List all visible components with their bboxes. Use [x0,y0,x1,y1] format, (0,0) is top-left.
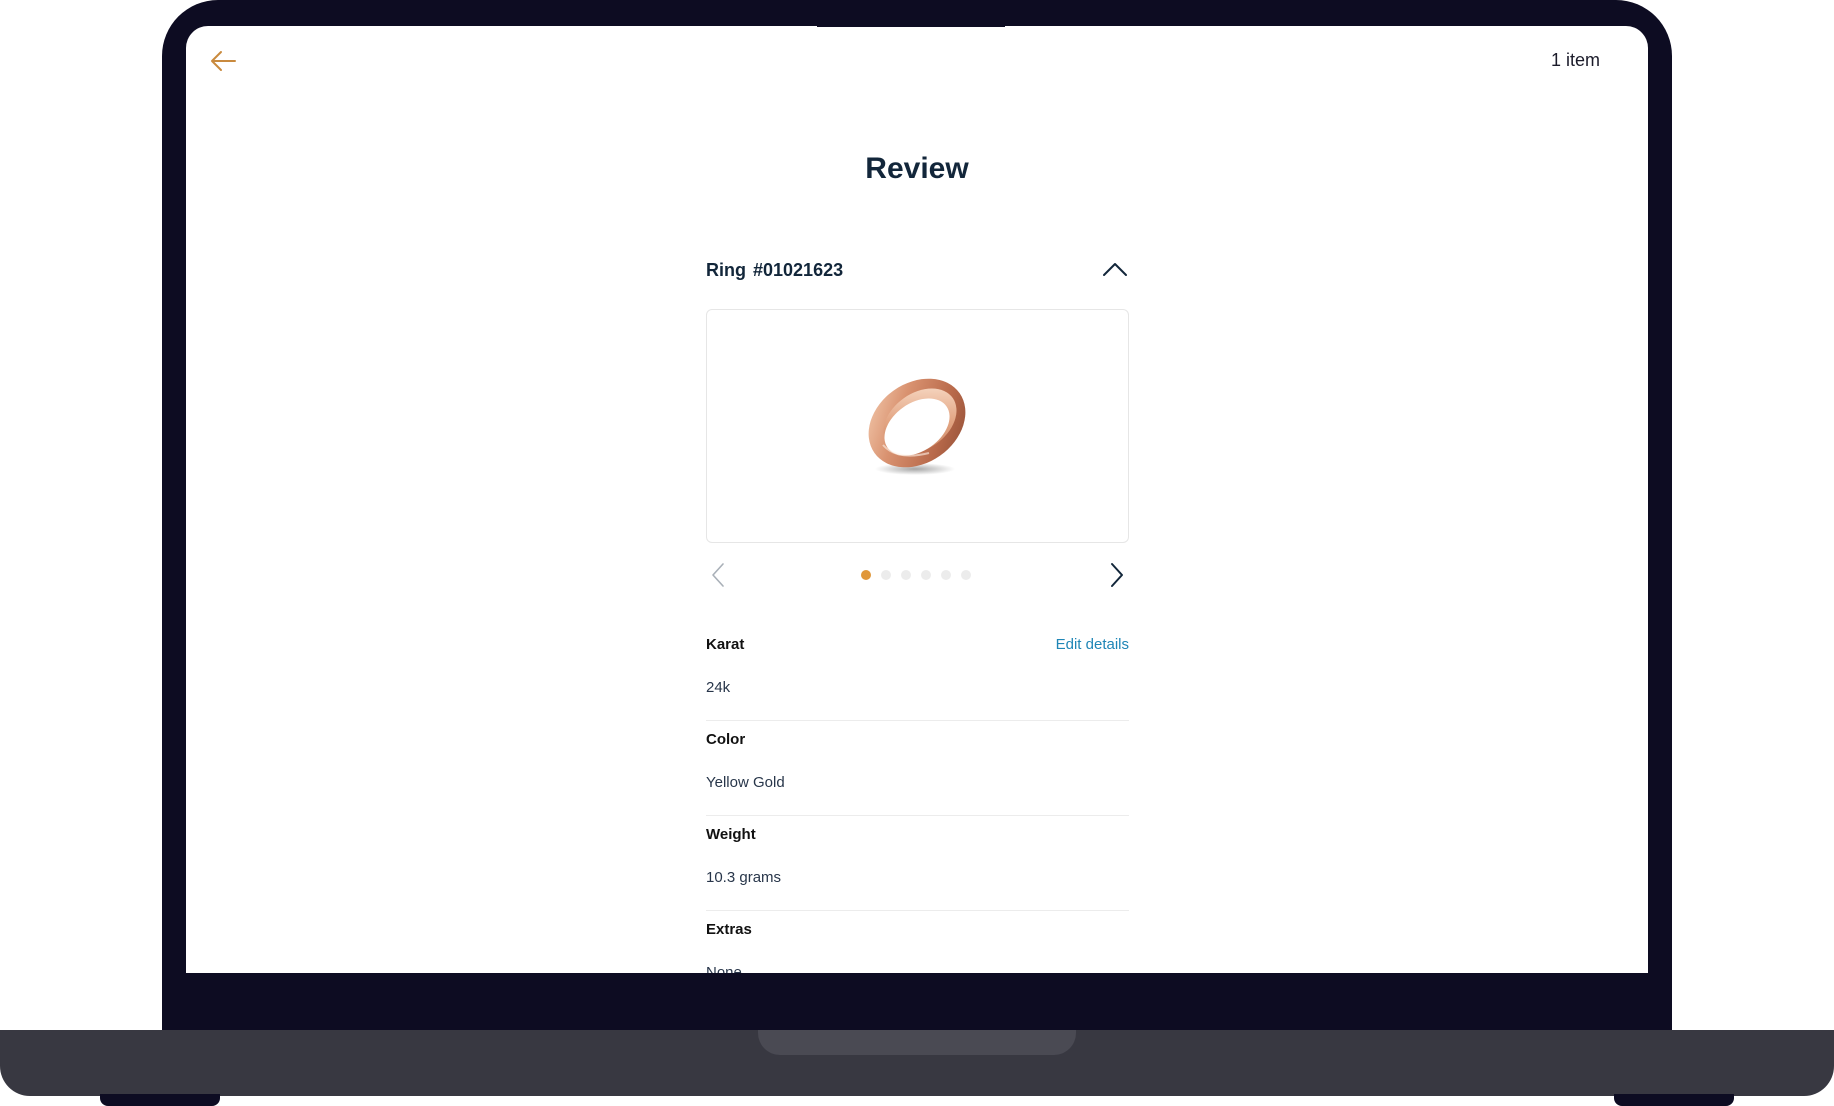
detail-value: 10.3 grams [706,869,782,886]
product-card-header: Ring #01021623 [706,256,1129,286]
image-carousel [706,559,1129,589]
product-card: Ring #01021623 Karat Edit details 24k Co… [706,256,1129,973]
detail-label: Color [706,731,746,748]
ring-image [868,378,966,475]
detail-value: None [706,964,742,973]
laptop-base-notch [758,1030,1076,1055]
laptop-foot-right [1614,1094,1734,1106]
detail-value: 24k [706,679,731,696]
next-image-button[interactable] [1109,562,1125,588]
chevron-right-icon [1111,563,1123,587]
chevron-left-icon [712,563,724,587]
product-image-frame [706,309,1129,543]
detail-row-extras: Extras None [706,911,1129,973]
detail-row-color: Color Yellow Gold [706,721,1129,816]
laptop-foot-left [100,1094,220,1106]
carousel-dots [861,570,971,580]
product-type: Ring [706,260,746,280]
carousel-dot[interactable] [861,570,871,580]
detail-row-karat: Karat Edit details 24k [706,626,1129,721]
arrow-left-icon [211,51,236,71]
product-details: Karat Edit details 24k Color Yellow Gold… [706,626,1129,973]
detail-row-weight: Weight 10.3 grams [706,816,1129,911]
cart-item-count: 1 item [1550,50,1600,70]
carousel-dot[interactable] [921,570,931,580]
carousel-dot[interactable] [961,570,971,580]
detail-label: Karat [706,636,745,653]
page-title: Review [865,152,969,185]
carousel-dot[interactable] [941,570,951,580]
carousel-dot[interactable] [881,570,891,580]
detail-label: Extras [706,921,752,938]
detail-label: Weight [706,826,756,843]
app-screen: 1 item Review Ring #01021623 Karat Edit … [186,26,1648,973]
edit-details-link[interactable]: Edit details [1056,636,1129,653]
previous-image-button[interactable] [710,562,726,588]
product-number: #01021623 [753,260,844,280]
chevron-up-icon [1103,263,1127,276]
collapse-button[interactable] [1101,260,1129,278]
product-title: Ring #01021623 [706,260,843,281]
detail-value: Yellow Gold [706,774,785,791]
carousel-dot[interactable] [901,570,911,580]
camera-notch [817,25,1005,27]
back-button[interactable] [208,49,238,73]
